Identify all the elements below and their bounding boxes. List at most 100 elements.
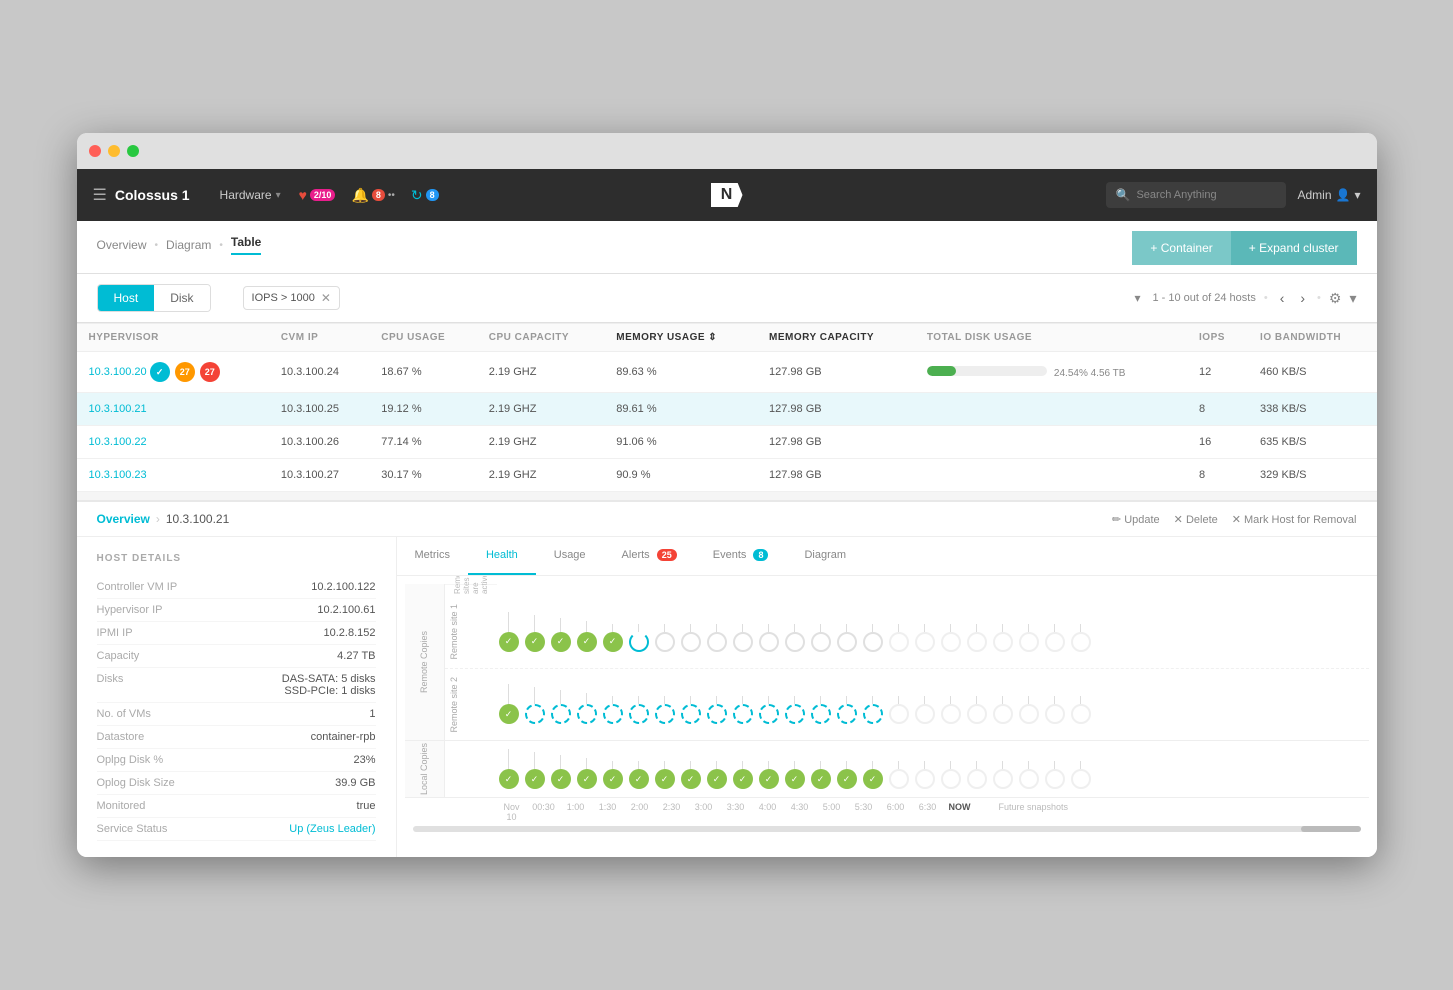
health-dot — [863, 632, 883, 652]
navbar: ☰ Colossus 1 Hardware ▾ ♥ 2/10 🔔 8 •• ↻ … — [77, 169, 1377, 221]
detail-overview-link[interactable]: Overview — [97, 512, 150, 526]
hypervisor-link[interactable]: 10.3.100.23 — [89, 469, 147, 481]
maximize-dot[interactable] — [127, 145, 139, 157]
col-cvm-ip[interactable]: CVM IP — [269, 324, 369, 352]
menu-icon[interactable]: ☰ — [93, 185, 107, 205]
detail-field-label: Service Status — [97, 823, 168, 835]
health-dot — [1045, 704, 1065, 724]
disk-toggle-button[interactable]: Disk — [154, 285, 209, 311]
dot-stem — [638, 761, 639, 769]
mark-removal-button[interactable]: ✕ Mark Host for Removal — [1232, 513, 1357, 526]
col-cpu-capacity[interactable]: CPU CAPACITY — [477, 324, 604, 352]
dot-col — [1071, 761, 1091, 789]
filter-input[interactable] — [352, 291, 1123, 305]
dot-col — [811, 624, 831, 652]
container-button[interactable]: + Container — [1132, 231, 1230, 265]
dot-col — [967, 761, 987, 789]
hypervisor-link[interactable]: 10.3.100.20 — [89, 366, 147, 378]
expand-cluster-button[interactable]: + Expand cluster — [1231, 231, 1357, 265]
health-dot — [759, 704, 779, 724]
tab-events[interactable]: Events 8 — [695, 537, 787, 575]
dot-col: ✓ — [733, 761, 753, 789]
row-label-0-1: Remote site 2 — [449, 677, 499, 733]
hardware-menu[interactable]: Hardware ▾ — [210, 182, 291, 208]
breadcrumb-table[interactable]: Table — [231, 235, 261, 255]
detail-field-value: container-rpb — [311, 731, 376, 743]
table-row[interactable]: 10.3.100.22 10.3.100.26 77.14 % 2.19 GHZ… — [77, 426, 1377, 459]
health-dot — [1019, 704, 1039, 724]
col-hypervisor[interactable]: HYPERVISOR — [77, 324, 269, 352]
table-row[interactable]: 10.3.100.21 10.3.100.25 19.12 % 2.19 GHZ… — [77, 393, 1377, 426]
health-dot — [993, 632, 1013, 652]
tab-metrics[interactable]: Metrics — [397, 537, 468, 575]
group-row-0-0: Remote site 1 ✓ ✓ ✓ ✓ ✓ — [445, 596, 1369, 669]
dot-col: ✓ — [577, 758, 597, 789]
prev-page-button[interactable]: ‹ — [1276, 288, 1289, 308]
x-label-10: 5:00 — [819, 802, 845, 822]
dot-stem — [586, 693, 587, 704]
alerts-icon-group[interactable]: 🔔 8 •• — [351, 187, 394, 204]
health-dot — [941, 632, 961, 652]
minimize-dot[interactable] — [108, 145, 120, 157]
dot-col — [733, 624, 753, 652]
health-icon-group[interactable]: ♥ 2/10 — [299, 187, 336, 203]
col-memory-usage[interactable]: MEMORY USAGE ⇕ — [604, 324, 757, 352]
table-settings-button[interactable]: ⚙ — [1329, 290, 1342, 307]
dot-col — [759, 696, 779, 724]
dot-col — [785, 696, 805, 724]
col-memory-capacity[interactable]: MEMORY CAPACITY — [757, 324, 915, 352]
col-io-bandwidth[interactable]: IO BANDWIDTH — [1248, 324, 1376, 352]
table-chevron-button[interactable]: ▾ — [1349, 290, 1356, 307]
group-rows-1: ✓ ✓ ✓ ✓ ✓ ✓ ✓ ✓ — [445, 741, 1369, 797]
detail-host-label: 10.3.100.21 — [166, 512, 229, 526]
dot-stem — [976, 624, 977, 632]
dot-col: ✓ — [681, 761, 701, 789]
dot-stem — [846, 624, 847, 632]
filter-chip-close-icon[interactable]: ✕ — [321, 291, 331, 305]
cell-memory-capacity: 127.98 GB — [757, 426, 915, 459]
updates-icon-group[interactable]: ↻ 8 — [411, 187, 439, 204]
detail-field-label: Oplpg Disk % — [97, 754, 164, 766]
health-dot: ✓ — [759, 769, 779, 789]
tab-diagram[interactable]: Diagram — [786, 537, 864, 575]
col-iops[interactable]: IOPS — [1187, 324, 1248, 352]
hypervisor-link[interactable]: 10.3.100.21 — [89, 403, 147, 415]
col-total-disk[interactable]: TOTAL DISK USAGE — [915, 324, 1187, 352]
hypervisor-link[interactable]: 10.3.100.22 — [89, 436, 147, 448]
dot-col — [759, 624, 779, 652]
search-bar[interactable]: 🔍 Search Anything — [1106, 182, 1286, 208]
dot-col — [915, 761, 935, 789]
table-row[interactable]: 10.3.100.20 ✓ 27 27 10.3.100.24 18.67 % … — [77, 352, 1377, 393]
iops-filter-chip[interactable]: IOPS > 1000 ✕ — [243, 286, 340, 310]
table-row[interactable]: 10.3.100.23 10.3.100.27 30.17 % 2.19 GHZ… — [77, 459, 1377, 492]
detail-field-value: 10.2.100.61 — [317, 604, 375, 616]
delete-button[interactable]: ✕ Delete — [1174, 513, 1218, 526]
tab-alerts[interactable]: Alerts 25 — [604, 537, 695, 575]
cell-cvm-ip: 10.3.100.26 — [269, 426, 369, 459]
detail-field-value[interactable]: Up (Zeus Leader) — [289, 823, 375, 835]
dot-col — [577, 693, 597, 724]
x-label-11: 5:30 — [851, 802, 877, 822]
filter-chevron-icon[interactable]: ▾ — [1134, 291, 1140, 305]
breadcrumb-overview[interactable]: Overview — [97, 238, 147, 252]
health-dot — [681, 632, 701, 652]
health-dot: ✓ — [811, 769, 831, 789]
host-toggle-button[interactable]: Host — [98, 285, 155, 311]
admin-button[interactable]: Admin 👤 ▾ — [1298, 188, 1361, 202]
update-button[interactable]: ✏ Update — [1112, 513, 1160, 526]
detail-tabs-panel: Metrics Health Usage Alerts 25 Events 8 … — [397, 537, 1377, 857]
horizontal-scrollbar[interactable] — [413, 826, 1361, 832]
col-cpu-usage[interactable]: CPU USAGE — [369, 324, 477, 352]
next-page-button[interactable]: › — [1296, 288, 1309, 308]
detail-field-value: 39.9 GB — [335, 777, 375, 789]
filter-chip-text: IOPS > 1000 — [252, 292, 315, 304]
tab-usage[interactable]: Usage — [536, 537, 604, 575]
cell-cpu-usage: 77.14 % — [369, 426, 477, 459]
health-dot: ✓ — [785, 769, 805, 789]
tab-health[interactable]: Health — [468, 537, 536, 575]
breadcrumb-diagram[interactable]: Diagram — [166, 238, 211, 252]
dot-col: ✓ — [707, 761, 727, 789]
close-dot[interactable] — [89, 145, 101, 157]
detail-field-label: Oplog Disk Size — [97, 777, 175, 789]
dots-row-1-0: ✓ ✓ ✓ ✓ ✓ ✓ ✓ ✓ — [499, 749, 1091, 789]
